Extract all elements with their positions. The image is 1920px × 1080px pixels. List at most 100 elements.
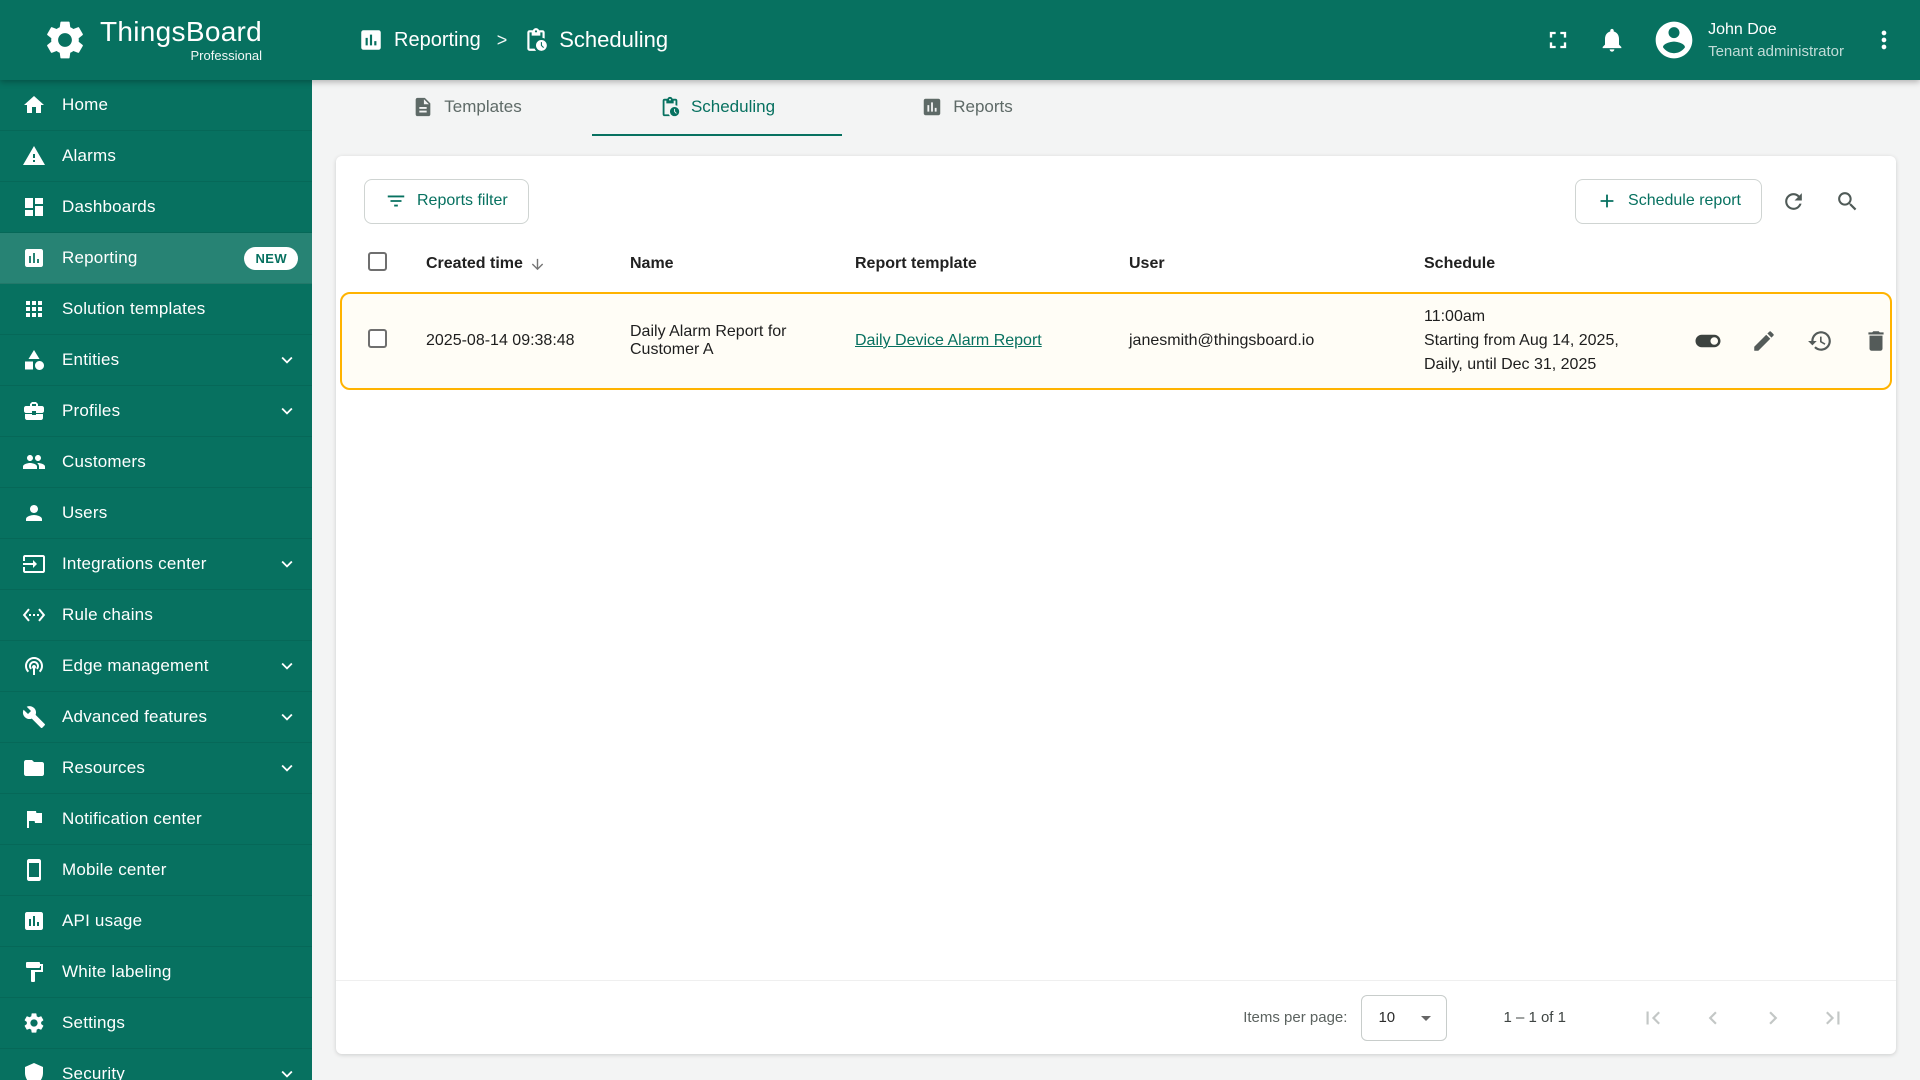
delete-button[interactable] <box>1854 319 1896 363</box>
white-labeling-icon <box>22 960 46 984</box>
cell-created-time: 2025-08-14 09:38:48 <box>426 332 575 349</box>
enable-schedule-toggle[interactable] <box>1686 319 1730 363</box>
profiles-icon <box>22 399 46 423</box>
chevron-down-icon <box>276 349 298 371</box>
filter-icon <box>385 190 407 212</box>
sidebar-item-profiles[interactable]: Profiles <box>0 386 312 437</box>
fullscreen-button[interactable] <box>1544 26 1572 54</box>
refresh-button[interactable] <box>1770 178 1816 224</box>
new-badge: NEW <box>244 246 298 270</box>
bell-icon <box>1598 26 1626 54</box>
chevron-down-icon <box>276 655 298 677</box>
security-icon <box>22 1062 46 1080</box>
chevron-down-icon <box>276 400 298 422</box>
more-menu-button[interactable] <box>1870 26 1898 54</box>
chevron-right-icon <box>1760 1005 1786 1031</box>
breadcrumb-reporting[interactable]: Reporting <box>358 27 481 53</box>
sidebar-item-home[interactable]: Home <box>0 80 312 131</box>
select-all-checkbox[interactable] <box>368 252 387 271</box>
first-page-button[interactable] <box>1630 995 1676 1041</box>
sidebar-item-mobile-center[interactable]: Mobile center <box>0 845 312 896</box>
schedule-report-button[interactable]: Schedule report <box>1575 178 1762 224</box>
rule-chains-icon <box>22 603 46 627</box>
brand-edition: Professional <box>190 48 263 63</box>
toggle-on-icon <box>1693 326 1723 356</box>
sidebar-item-resources[interactable]: Resources <box>0 743 312 794</box>
top-header: ThingsBoard Professional Reporting > Sch… <box>0 0 1920 80</box>
chevron-down-icon <box>276 553 298 575</box>
sidebar-item-white-labeling[interactable]: White labeling <box>0 947 312 998</box>
last-page-icon <box>1820 1005 1846 1031</box>
first-page-icon <box>1640 1005 1666 1031</box>
column-header-report-template[interactable]: Report template <box>835 255 1109 273</box>
cell-user: janesmith@thingsboard.io <box>1129 332 1315 349</box>
sidebar-item-customers[interactable]: Customers <box>0 437 312 488</box>
chevron-down-icon <box>276 1063 298 1080</box>
alarms-icon <box>22 144 46 168</box>
tab-templates[interactable]: Templates <box>342 80 592 136</box>
sidebar-item-entities[interactable]: Entities <box>0 335 312 386</box>
row-actions <box>1666 319 1896 363</box>
search-button[interactable] <box>1824 178 1870 224</box>
sidebar-item-advanced-features[interactable]: Advanced features <box>0 692 312 743</box>
cell-name: Daily Alarm Report for Customer A <box>630 323 787 358</box>
sort-desc-icon <box>529 256 546 273</box>
column-header-name[interactable]: Name <box>610 255 835 273</box>
dropdown-arrow-icon <box>1414 1006 1438 1030</box>
sidebar-item-edge-management[interactable]: Edge management <box>0 641 312 692</box>
row-checkbox[interactable] <box>368 329 387 348</box>
sidebar-item-alarms[interactable]: Alarms <box>0 131 312 182</box>
entities-icon <box>22 348 46 372</box>
history-button[interactable] <box>1798 319 1842 363</box>
items-per-page-select[interactable]: 10 <box>1361 994 1448 1041</box>
resources-icon <box>22 756 46 780</box>
column-header-created-time[interactable]: Created time <box>406 255 610 273</box>
column-header-user[interactable]: User <box>1109 255 1404 273</box>
previous-page-button[interactable] <box>1690 995 1736 1041</box>
breadcrumb: Reporting > Scheduling <box>358 27 668 53</box>
sidebar-item-notification-center[interactable]: Notification center <box>0 794 312 845</box>
tab-reports[interactable]: Reports <box>842 80 1092 136</box>
tab-scheduling[interactable]: Scheduling <box>592 80 842 136</box>
breadcrumb-label: Reporting <box>394 28 481 51</box>
users-icon <box>22 501 46 525</box>
customers-icon <box>22 450 46 474</box>
column-header-schedule[interactable]: Schedule <box>1404 255 1666 273</box>
notification-center-icon <box>22 807 46 831</box>
table-header-row: Created time Name Report template User S… <box>340 236 1892 292</box>
chevron-down-icon <box>276 757 298 779</box>
reports-icon <box>921 96 943 118</box>
avatar-icon <box>1652 18 1696 62</box>
notifications-button[interactable] <box>1598 26 1626 54</box>
sidebar-item-solution-templates[interactable]: Solution templates <box>0 284 312 335</box>
sidebar-nav: Home Alarms Dashboards Reporting NEW Sol… <box>0 80 312 1080</box>
thingsboard-logo-icon <box>42 17 88 63</box>
report-template-link[interactable]: Daily Device Alarm Report <box>855 332 1042 349</box>
sidebar-item-users[interactable]: Users <box>0 488 312 539</box>
next-page-button[interactable] <box>1750 995 1796 1041</box>
sidebar-item-dashboards[interactable]: Dashboards <box>0 182 312 233</box>
sidebar-item-integrations-center[interactable]: Integrations center <box>0 539 312 590</box>
main-content: Templates Scheduling Reports Reports fil… <box>312 80 1920 1080</box>
table-row[interactable]: 2025-08-14 09:38:48 Daily Alarm Report f… <box>340 292 1892 390</box>
reporting-icon <box>358 27 384 53</box>
integrations-center-icon <box>22 552 46 576</box>
app-logo[interactable]: ThingsBoard Professional <box>0 17 312 63</box>
breadcrumb-scheduling[interactable]: Scheduling <box>523 27 668 53</box>
edit-button[interactable] <box>1742 319 1786 363</box>
settings-icon <box>22 1011 46 1035</box>
reports-filter-button[interactable]: Reports filter <box>364 178 529 224</box>
breadcrumb-separator: > <box>496 29 508 50</box>
sidebar-item-settings[interactable]: Settings <box>0 998 312 1049</box>
sidebar-item-security[interactable]: Security <box>0 1049 312 1080</box>
refresh-icon <box>1781 189 1806 214</box>
sidebar-item-rule-chains[interactable]: Rule chains <box>0 590 312 641</box>
breadcrumb-label-current: Scheduling <box>559 27 669 52</box>
user-menu[interactable]: John Doe Tenant administrator <box>1652 18 1844 62</box>
last-page-button[interactable] <box>1810 995 1856 1041</box>
sidebar-item-reporting[interactable]: Reporting NEW <box>0 233 312 284</box>
edge-management-icon <box>22 654 46 678</box>
page-range-label: 1 – 1 of 1 <box>1503 1009 1566 1026</box>
paginator: Items per page: 10 1 – 1 of 1 <box>336 980 1896 1054</box>
sidebar-item-api-usage[interactable]: API usage <box>0 896 312 947</box>
